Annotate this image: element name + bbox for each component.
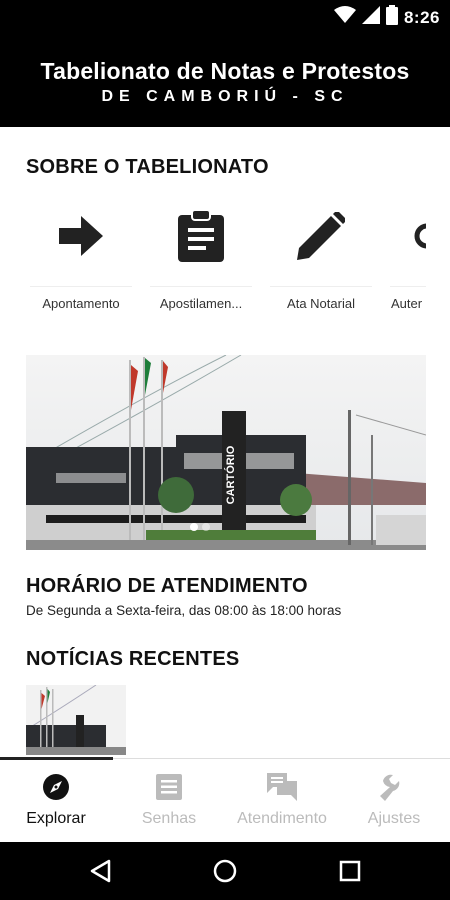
category-divider (390, 286, 426, 287)
category-divider (150, 286, 252, 287)
partial-icon (386, 208, 426, 264)
status-bar: 8:26 (0, 0, 450, 32)
nav-label: Explorar (26, 810, 86, 827)
category-label: Apontamento (42, 296, 120, 311)
hours-text: De Segunda a Sexta-feira, das 08:00 às 1… (26, 603, 342, 618)
category-divider (30, 286, 132, 287)
news-section-title: NOTÍCIAS RECENTES (26, 648, 240, 670)
cellular-signal-icon (361, 6, 380, 29)
pencil-icon (266, 208, 376, 264)
app-header: Tabelionato de Notas e Protestos DE CAMB… (0, 32, 450, 127)
clock: 8:26 (403, 7, 440, 27)
list-icon (113, 772, 225, 802)
hours-section-title: HORÁRIO DE ATENDIMENTO (26, 575, 308, 597)
recents-icon[interactable] (335, 856, 365, 886)
home-icon[interactable] (210, 856, 240, 886)
news-thumbnail[interactable] (26, 685, 126, 755)
category-label: Apostilamen... (159, 296, 243, 311)
nav-ajustes[interactable]: Ajustes (338, 760, 450, 842)
nav-label: Ajustes (367, 810, 421, 827)
nav-explorar[interactable]: Explorar (0, 760, 112, 842)
clipboard-icon (146, 208, 256, 264)
header-title: Tabelionato de Notas e Protestos (40, 58, 410, 84)
battery-icon (385, 5, 398, 30)
nav-senhas[interactable]: Senhas (113, 760, 225, 842)
nav-atendimento[interactable]: Atendimento (226, 760, 338, 842)
bottom-navigation: Explorar Senhas Atendimento Ajustes (0, 760, 450, 842)
category-carousel[interactable]: Apontamento Apostilamen... Ata Notarial (26, 200, 426, 322)
category-apontamento[interactable]: Apontamento (26, 200, 136, 322)
banner-photo[interactable]: CARTÓRIO (26, 355, 426, 550)
header-subtitle: DE CAMBORIÚ - SC (101, 88, 349, 105)
category-label: Auter (391, 296, 423, 311)
nav-label: Atendimento (237, 810, 327, 827)
arrow-right-icon (26, 208, 136, 264)
category-autenticacao[interactable]: Auter (386, 200, 426, 322)
about-section-title: SOBRE O TABELIONATO (26, 156, 269, 178)
category-label: Ata Notarial (287, 296, 355, 311)
wrench-icon (338, 772, 450, 802)
wifi-icon (333, 6, 356, 29)
nav-label: Senhas (141, 810, 197, 827)
category-divider (270, 286, 372, 287)
status-icons: 8:26 (333, 5, 440, 30)
banner-sign-text: CARTÓRIO (224, 445, 237, 504)
back-icon[interactable] (85, 856, 115, 886)
system-nav-bar (0, 842, 450, 900)
category-apostilamento[interactable]: Apostilamen... (146, 200, 256, 322)
category-ata-notarial[interactable]: Ata Notarial (266, 200, 376, 322)
chat-icon (226, 772, 338, 802)
compass-icon (0, 772, 112, 802)
